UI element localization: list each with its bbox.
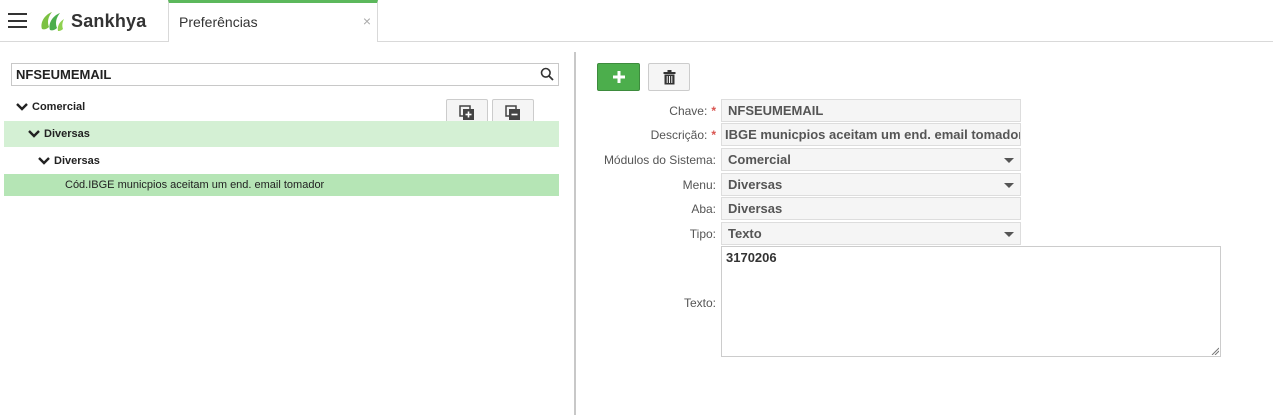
tree-item-preference[interactable]: Cód.IBGE municpios aceitam um end. email…	[4, 174, 559, 196]
required-mark: *	[711, 104, 716, 118]
search-input[interactable]	[12, 64, 532, 85]
tipo-label: Tipo:	[689, 227, 716, 241]
collapse-all-icon	[505, 105, 520, 120]
menu-value: Diversas	[728, 177, 783, 192]
aba-label: Aba:	[691, 202, 716, 216]
modulos-label: Módulos do Sistema:	[603, 153, 716, 167]
modulos-select[interactable]: Comercial	[721, 148, 1021, 171]
tree-item-label: Cód.IBGE municpios aceitam um end. email…	[65, 179, 325, 191]
menu-label: Menu:	[682, 178, 716, 192]
trash-icon	[663, 69, 675, 84]
texto-textarea[interactable]: 3170206	[721, 246, 1221, 357]
menu-select[interactable]: Diversas	[721, 173, 1021, 196]
aba-field[interactable]: Diversas	[721, 197, 1021, 220]
tree-item-diversas-1[interactable]: Diversas	[4, 121, 559, 147]
chevron-down-icon[interactable]	[28, 130, 40, 138]
chave-label: Chave: *	[669, 104, 716, 118]
expand-all-icon	[459, 105, 474, 120]
descricao-label: Descrição: *	[650, 128, 716, 142]
hamburger-icon[interactable]	[8, 13, 27, 28]
dropdown-caret-icon	[1004, 158, 1014, 163]
left-panel: Comercial Diversas Diversas Cód.IBGE mun…	[0, 42, 574, 415]
required-mark: *	[711, 128, 716, 142]
tipo-value: Texto	[728, 226, 762, 241]
tree-item-label: Comercial	[32, 101, 86, 113]
right-panel: Chave: * NFSEUMEMAIL Descrição: * IBGE mun…	[577, 42, 1273, 415]
tipo-select[interactable]: Texto	[721, 222, 1021, 245]
dropdown-caret-icon	[1004, 183, 1014, 188]
add-button[interactable]	[597, 63, 640, 91]
chevron-down-icon[interactable]	[16, 103, 28, 111]
logo: Sankhya	[38, 9, 146, 33]
resize-grip-icon[interactable]	[1211, 347, 1219, 355]
texto-value: 3170206	[726, 250, 777, 265]
sankhya-logo-icon	[41, 12, 64, 31]
descricao-field[interactable]: IBGE municpios aceitam um end. email tom…	[721, 123, 1021, 146]
dropdown-caret-icon	[1004, 232, 1014, 237]
modulos-value: Comercial	[728, 152, 791, 167]
close-icon[interactable]: ×	[363, 13, 371, 29]
tree-item-label: Diversas	[44, 128, 90, 140]
tab-label: Preferências	[179, 14, 258, 30]
tree-item-diversas-2[interactable]: Diversas	[4, 148, 559, 174]
top-bar: Sankhya Preferências ×	[0, 0, 1273, 42]
logo-text: Sankhya	[71, 10, 147, 31]
chevron-down-icon[interactable]	[38, 157, 50, 165]
chave-field[interactable]: NFSEUMEMAIL	[721, 99, 1021, 122]
tree-item-label: Diversas	[54, 155, 100, 167]
texto-label: Texto:	[683, 296, 716, 310]
delete-button[interactable]	[648, 63, 690, 91]
search-box	[11, 63, 559, 86]
panel-splitter[interactable]	[574, 52, 576, 415]
search-icon[interactable]	[540, 67, 554, 81]
plus-icon	[612, 71, 625, 83]
tab-preferencias[interactable]: Preferências ×	[168, 0, 378, 42]
